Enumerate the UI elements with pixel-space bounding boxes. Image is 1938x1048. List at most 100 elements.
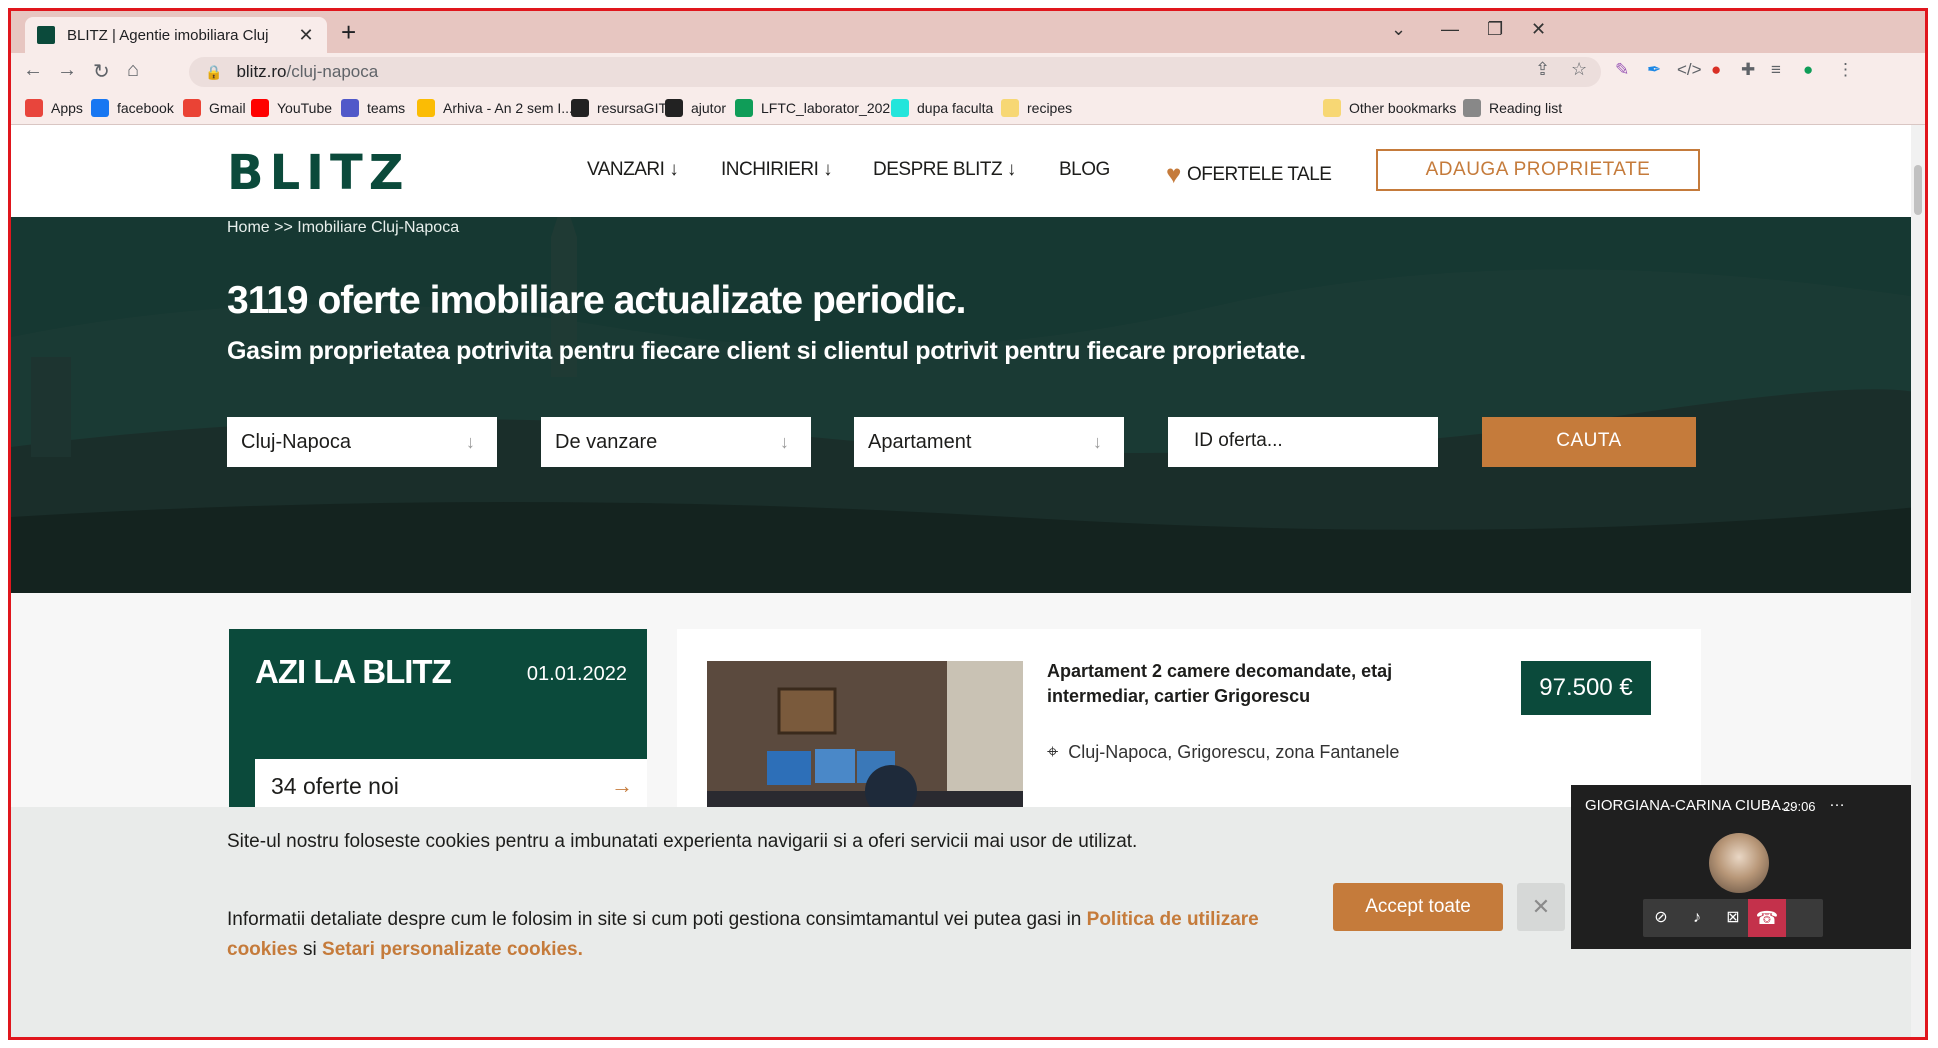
new-offers-link[interactable]: 34 oferte noi →	[255, 759, 647, 813]
other-bookmarks[interactable]: Other bookmarks	[1323, 99, 1456, 117]
back-icon[interactable]: ←	[23, 59, 43, 82]
tab-title: BLITZ | Agentie imobiliara Cluj	[67, 26, 269, 44]
more-options-icon[interactable]: …	[1829, 793, 1845, 811]
bookmark-star-icon[interactable]: ☆	[1571, 59, 1587, 80]
accept-cookies-button[interactable]: Accept toate	[1333, 883, 1503, 931]
property-type-select[interactable]: Apartament ↓	[854, 417, 1124, 467]
youtube-icon	[251, 99, 269, 117]
bookmark-label: recipes	[1027, 100, 1073, 116]
offers-link[interactable]: ♥ OFERTELE TALE	[1166, 159, 1332, 190]
browser-tab[interactable]: BLITZ | Agentie imobiliara Cluj ✕	[25, 17, 327, 53]
reload-icon[interactable]: ↻	[93, 59, 110, 84]
cookie-text: Site-ul nostru foloseste cookies pentru …	[227, 831, 1138, 852]
url-path: /cluj-napoca	[286, 62, 379, 81]
close-window-button[interactable]: ✕	[1531, 19, 1546, 40]
apps-grid-icon	[25, 99, 43, 117]
scrollbar-thumb[interactable]	[1914, 165, 1922, 215]
today-title: AZI LA BLITZ	[255, 653, 452, 690]
bookmark-item[interactable]: LFTC_laborator_202...	[735, 99, 902, 117]
nav-despre-blitz[interactable]: DESPRE BLITZ ↓	[873, 159, 1016, 181]
bookmark-item[interactable]: facebook	[91, 99, 174, 117]
address-bar[interactable]: 🔒 blitz.ro/cluj-napoca	[189, 57, 1601, 87]
close-cookie-banner-button[interactable]: ✕	[1517, 883, 1565, 931]
transaction-type-select[interactable]: De vanzare ↓	[541, 417, 811, 467]
pen-extension-icon[interactable]: ✎	[1615, 60, 1629, 80]
bookmark-item[interactable]: Gmail	[183, 99, 246, 117]
page-headline: 3119 oferte imobiliare actualizate perio…	[227, 279, 966, 322]
add-property-button[interactable]: ADAUGA PROPRIETATE	[1376, 149, 1700, 191]
extensions-puzzle-icon[interactable]: ✚	[1741, 60, 1755, 80]
browser-toolbar: ← → ↻ ⌂ 🔒 blitz.ro/cluj-napoca ⇪ ☆ ✎ ✒ <…	[11, 53, 1925, 91]
bookmark-label: Arhiva - An 2 sem I...	[443, 100, 573, 116]
close-tab-icon[interactable]: ✕	[297, 25, 315, 46]
browser-window: BLITZ | Agentie imobiliara Cluj ✕ + ⌄ — …	[8, 8, 1928, 1040]
cookie-settings-link[interactable]: Setari personalizate cookies.	[322, 939, 583, 960]
feather-extension-icon[interactable]: ✒	[1647, 60, 1661, 80]
offers-label: OFERTELE TALE	[1186, 164, 1332, 185]
call-controls: ⊘ ♪ ⊠	[1643, 899, 1823, 937]
arrow-down-icon: ↓	[780, 432, 789, 452]
caller-avatar	[1709, 833, 1769, 893]
teams-icon	[341, 99, 359, 117]
bookmarks-bar: Apps facebook Gmail YouTube teams Arhiva - An…	[11, 91, 1925, 125]
maximize-button[interactable]: ❐	[1487, 19, 1503, 40]
nav-inchirieri[interactable]: INCHIRIERI ↓	[721, 159, 833, 181]
tab-search-icon[interactable]: ⌄	[1391, 19, 1406, 40]
page-scrollbar[interactable]	[1911, 125, 1925, 1037]
microphone-icon[interactable]: ♪	[1679, 899, 1715, 937]
bookmark-item[interactable]: resursaGIT	[571, 99, 667, 117]
call-duration: 29:06	[1783, 799, 1816, 814]
home-icon[interactable]: ⌂	[127, 59, 139, 82]
bookmark-item[interactable]: recipes	[1001, 99, 1072, 117]
nav-blog[interactable]: BLOG	[1059, 159, 1110, 181]
bookmark-label: teams	[367, 100, 406, 116]
gmail-icon	[183, 99, 201, 117]
cookie-details-conj: si	[297, 939, 323, 960]
listing-price: 97.500 €	[1521, 661, 1651, 715]
bookmark-item[interactable]: dupa faculta	[891, 99, 993, 117]
bookmark-item[interactable]: Apps	[25, 99, 83, 117]
tab-bar: BLITZ | Agentie imobiliara Cluj ✕ + ⌄ — …	[11, 11, 1925, 53]
reading-list-icon	[1463, 99, 1481, 117]
bookmark-item[interactable]: ajutor	[665, 99, 726, 117]
share-screen-icon[interactable]: ⊠	[1715, 899, 1751, 937]
search-button[interactable]: CAUTA	[1482, 417, 1696, 467]
bookmark-label: facebook	[117, 100, 174, 116]
city-select-value: Cluj-Napoca	[241, 431, 352, 453]
folder-icon	[1001, 99, 1019, 117]
url-domain: blitz.ro	[236, 62, 287, 81]
olx-icon	[891, 99, 909, 117]
forward-icon[interactable]: →	[57, 59, 77, 82]
reading-list-label: Reading list	[1489, 100, 1563, 116]
listing-title[interactable]: Apartament 2 camere decomandate, etaj in…	[1047, 659, 1467, 709]
menu-kebab-icon[interactable]: ⋮	[1837, 60, 1854, 80]
share-icon[interactable]: ⇪	[1535, 59, 1550, 80]
listing-location: ⌖ Cluj-Napoca, Grigorescu, zona Fantanele	[1047, 741, 1399, 764]
site-header: BLITZ VANZARI ↓ INCHIRIERI ↓ DESPRE BLIT…	[11, 125, 1917, 217]
blitz-logo[interactable]: BLITZ	[227, 145, 410, 201]
adblock-icon[interactable]: ●	[1711, 60, 1721, 80]
new-tab-button[interactable]: +	[341, 19, 356, 45]
city-select[interactable]: Cluj-Napoca ↓	[227, 417, 497, 467]
new-offers-label: 34 oferte noi	[271, 773, 399, 799]
caller-name: GIORGIANA-CARINA CIUBA...	[1585, 797, 1794, 814]
offer-id-input[interactable]: ID oferta...	[1168, 417, 1438, 467]
bookmark-item[interactable]: YouTube	[251, 99, 332, 117]
arrow-right-icon: →	[611, 773, 633, 798]
code-extension-icon[interactable]: </>	[1677, 60, 1702, 80]
reading-list[interactable]: Reading list	[1463, 99, 1562, 117]
minimize-button[interactable]: —	[1441, 19, 1459, 40]
today-date: 01.01.2022	[526, 663, 627, 685]
hang-up-button[interactable]: ☎	[1748, 899, 1786, 937]
teams-call-overlay[interactable]: GIORGIANA-CARINA CIUBA... 29:06 … ⊘ ♪ ⊠ …	[1571, 785, 1917, 949]
camera-off-icon[interactable]: ⊘	[1643, 899, 1679, 937]
media-queue-icon[interactable]: ≡	[1771, 60, 1781, 80]
page-subheadline: Gasim proprietatea potrivita pentru fiec…	[227, 337, 1306, 365]
bookmark-item[interactable]: Arhiva - An 2 sem I...	[417, 99, 573, 117]
bookmark-item[interactable]: teams	[341, 99, 405, 117]
nav-vanzari[interactable]: VANZARI ↓	[587, 159, 679, 181]
profile-avatar-icon[interactable]: ●	[1803, 60, 1813, 80]
sheets-icon	[735, 99, 753, 117]
bookmark-label: dupa faculta	[917, 100, 994, 116]
github-icon	[571, 99, 589, 117]
